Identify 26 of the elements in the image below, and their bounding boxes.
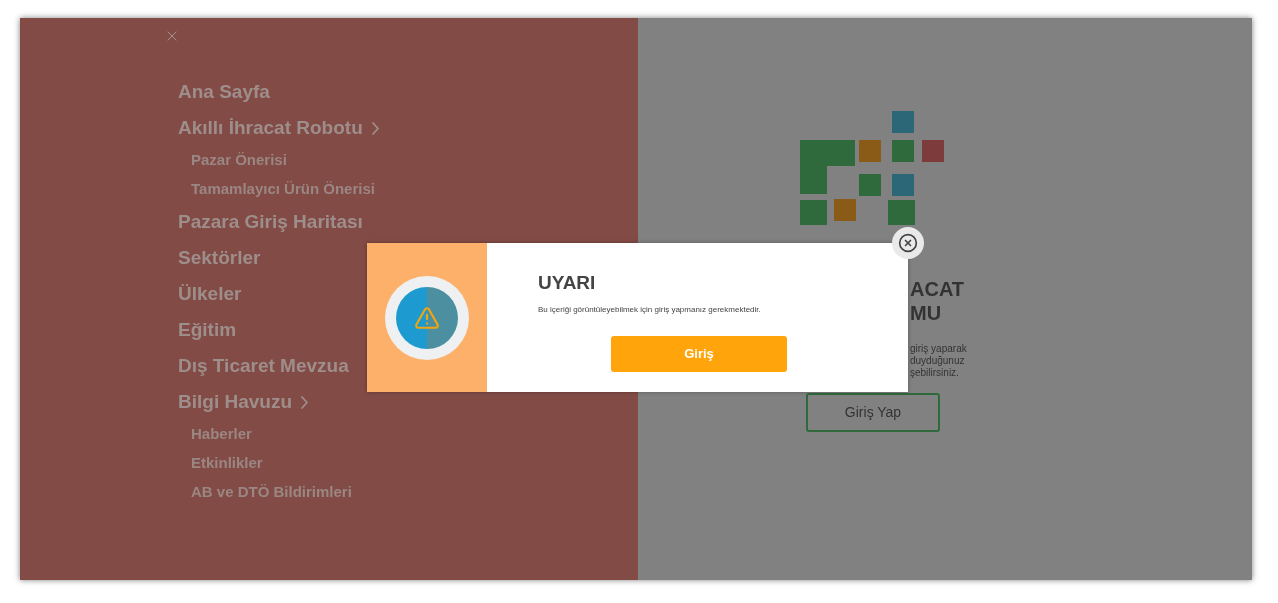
heading-text: MU — [910, 301, 943, 325]
menu-item[interactable]: Ülkeler — [178, 279, 242, 309]
description-text: duyduğunuz — [910, 355, 966, 367]
submenu-item[interactable]: Tamamlayıcı Ürün Önerisi — [191, 178, 375, 201]
warning-icon — [414, 304, 440, 331]
dialog-message: Bu içeriği görüntüleyebilmek için giriş yapmanız gerekmektedir. — [538, 303, 762, 316]
menu-item[interactable]: Dış Ticaret Mevzua — [178, 351, 349, 381]
dialog-title: UYARI — [538, 271, 597, 295]
menu-item[interactable]: Akıllı İhracat Robotu — [178, 113, 363, 143]
heading-text: ACAT — [910, 277, 966, 301]
description-text: giriş yaparak — [910, 343, 968, 355]
login-button[interactable]: Giriş Yap — [806, 393, 940, 432]
menu-item[interactable]: Eğitim — [178, 315, 237, 345]
menu-item[interactable]: Ana Sayfa — [178, 77, 270, 107]
menu-item[interactable]: Bilgi Havuzu — [178, 387, 292, 417]
description-text: şebilirsiniz. — [910, 367, 960, 379]
submenu-item[interactable]: Haberler — [191, 423, 252, 446]
chevron-icon — [371, 121, 379, 135]
close-icon — [898, 233, 918, 253]
submenu-item[interactable]: Etkinlikler — [191, 452, 263, 475]
login-button[interactable]: Giriş — [611, 335, 787, 372]
submenu-item[interactable]: Pazar Önerisi — [191, 149, 287, 172]
menu-item[interactable]: Pazara Giriş Haritası — [178, 207, 363, 237]
menu-item[interactable]: Sektörler — [178, 243, 261, 273]
submenu-item[interactable]: AB ve DTÖ Bildirimleri — [191, 481, 352, 504]
chevron-icon — [301, 395, 308, 409]
